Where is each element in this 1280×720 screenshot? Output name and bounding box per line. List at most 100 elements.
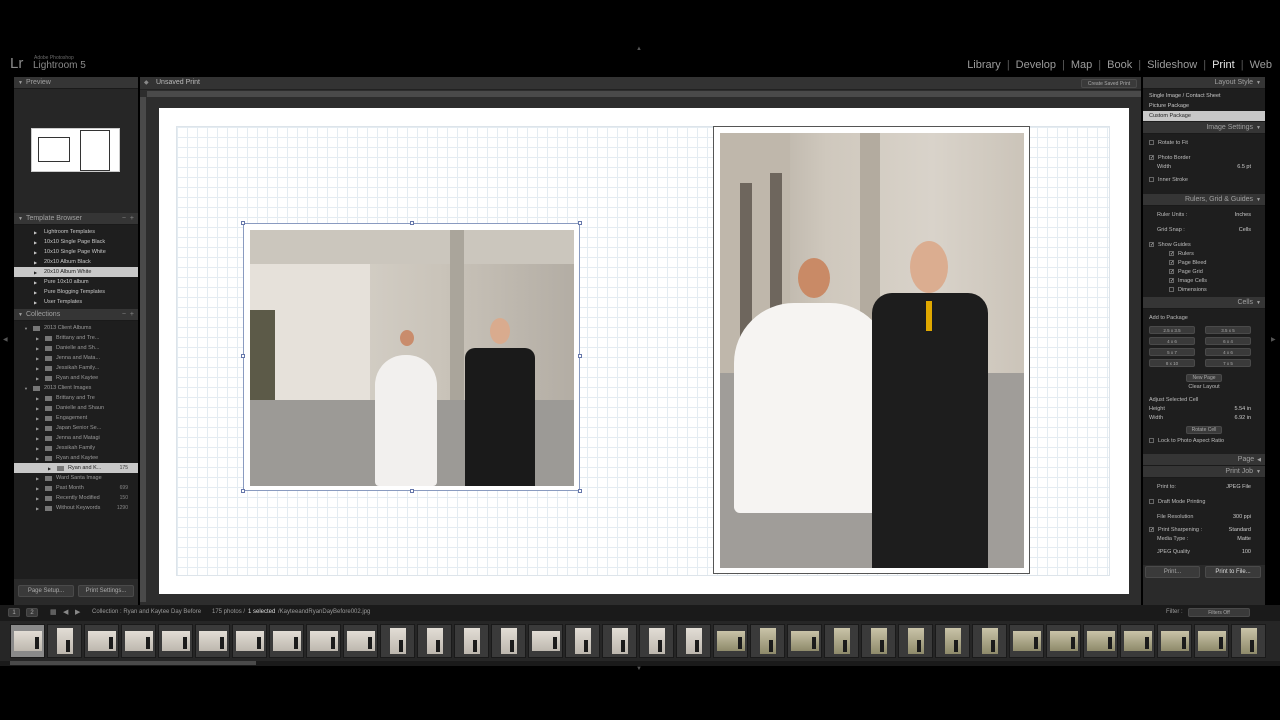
cell-size-button[interactable]: 4 x 6 [1205, 348, 1251, 356]
guide-option[interactable]: ✓ Image Cells [1149, 276, 1259, 285]
module-print[interactable]: Print [1210, 59, 1237, 71]
lock-aspect-row[interactable]: Lock to Photo Aspect Ratio [1149, 436, 1259, 445]
disclosure-triangle-icon[interactable]: ▶ [34, 230, 37, 235]
filmstrip-thumbnail[interactable] [306, 624, 341, 658]
filmstrip-thumbnail[interactable] [417, 624, 452, 658]
selected-filename[interactable]: /KayteeandRyanDayBefore002.jpg [278, 609, 370, 615]
print-sharpening-value[interactable]: Standard [1229, 527, 1251, 533]
guide-checkbox[interactable]: ✓ [1169, 260, 1174, 266]
disclosure-triangle-icon[interactable]: ▶ [34, 270, 37, 275]
page-header[interactable]: Page ◀ [1143, 454, 1265, 466]
filmstrip-thumbnail[interactable] [602, 624, 637, 658]
show-guides-row[interactable]: ✓ Show Guides [1149, 240, 1259, 249]
cell-size-button[interactable]: 4 x 6 [1149, 337, 1195, 345]
filmstrip-thumbnail[interactable] [824, 624, 859, 658]
print-job-header[interactable]: Print Job ▼ [1143, 466, 1265, 478]
filmstrip-thumbnail[interactable] [1083, 624, 1118, 658]
template-item[interactable]: ▶ Pure Blogging Templates [14, 287, 138, 297]
template-item[interactable]: ▶ Lightroom Templates [14, 227, 138, 237]
collection-item[interactable]: ▶ Brittany and Tre... [14, 333, 138, 343]
template-item[interactable]: ▶ User Templates [14, 297, 138, 307]
collection-item[interactable]: ▶ Recently Modified 150 [14, 493, 138, 503]
disclosure-triangle-icon[interactable]: ▶ [34, 260, 37, 265]
disclosure-triangle-icon[interactable]: ▶ [34, 240, 37, 245]
draft-mode-checkbox[interactable] [1149, 499, 1154, 504]
disclosure-triangle-icon[interactable]: ▶ [36, 416, 39, 421]
right-collapse-arrow-icon[interactable]: ▶ [1271, 336, 1276, 343]
left-collapse-arrow-icon[interactable]: ◀ [3, 336, 8, 343]
jpeg-quality-row[interactable]: JPEG Quality 100 [1149, 547, 1259, 556]
print-to-value[interactable]: JPEG File [1226, 484, 1251, 490]
resize-handle[interactable] [410, 221, 414, 225]
template-item[interactable]: ▶ 20x10 Album White [14, 267, 138, 277]
layout-style-option[interactable]: Custom Package [1143, 111, 1265, 121]
disclosure-triangle-icon[interactable]: ▶ [48, 466, 51, 471]
border-width-row[interactable]: Width 6.5 pt [1149, 162, 1259, 171]
collection-item[interactable]: ▼ 2013 Client Albums [14, 323, 138, 333]
collection-path[interactable]: Collection : Ryan and Kaytee Day Before [92, 609, 201, 615]
print-sharpening-checkbox[interactable]: ✓ [1149, 527, 1154, 533]
page-2-button[interactable]: 2 [26, 608, 38, 617]
page-setup-button[interactable]: Page Setup... [18, 585, 74, 597]
template-item[interactable]: ▶ 20x10 Album Black [14, 257, 138, 267]
disclosure-triangle-icon[interactable]: ▶ [36, 486, 39, 491]
cell-size-button[interactable]: 2.5 x 3.5 [1149, 326, 1195, 334]
guide-option[interactable]: ✓ Rulers [1149, 249, 1259, 258]
template-item[interactable]: ▶ 10x10 Single Page Black [14, 237, 138, 247]
disclosure-triangle-icon[interactable]: ▶ [34, 290, 37, 295]
filmstrip-thumbnail[interactable] [343, 624, 378, 658]
filmstrip-thumbnail[interactable] [10, 624, 45, 658]
disclosure-triangle-icon[interactable]: ▶ [36, 346, 39, 351]
filmstrip-thumbnail[interactable] [1194, 624, 1229, 658]
filmstrip-thumbnail[interactable] [84, 624, 119, 658]
collection-item[interactable]: ▶ Ryan and Kaytee [14, 373, 138, 383]
filmstrip-thumbnail[interactable] [158, 624, 193, 658]
filmstrip-thumbnail[interactable] [898, 624, 933, 658]
filter-dropdown[interactable]: Filters Off [1188, 608, 1250, 617]
filmstrip-thumbnail[interactable] [1120, 624, 1155, 658]
layout-style-option[interactable]: Picture Package [1143, 101, 1265, 111]
filmstrip-scrollbar-thumb[interactable] [10, 661, 256, 665]
file-resolution-row[interactable]: File Resolution 300 ppi [1149, 512, 1259, 521]
print-to-row[interactable]: Print to: JPEG File [1149, 482, 1259, 491]
filmstrip-thumbnail[interactable] [380, 624, 415, 658]
disclosure-triangle-icon[interactable]: ▶ [36, 476, 39, 481]
disclosure-triangle-icon[interactable]: ▶ [36, 376, 39, 381]
module-library[interactable]: Library [965, 59, 1003, 71]
resize-handle[interactable] [578, 489, 582, 493]
inner-stroke-row[interactable]: Inner Stroke [1149, 175, 1259, 184]
lock-aspect-checkbox[interactable] [1149, 438, 1154, 443]
collection-item[interactable]: ▶ Danielle and Sh... [14, 343, 138, 353]
disclosure-triangle-icon[interactable]: ▶ [36, 356, 39, 361]
filmstrip-thumbnail[interactable] [750, 624, 785, 658]
module-develop[interactable]: Develop [1014, 59, 1058, 71]
print-settings-button[interactable]: Print Settings... [78, 585, 134, 597]
filmstrip-thumbnail[interactable] [713, 624, 748, 658]
cell-size-button[interactable]: 3.5 x 5 [1205, 326, 1251, 334]
disclosure-triangle-icon[interactable]: ▶ [36, 396, 39, 401]
disclosure-triangle-icon[interactable]: ▶ [36, 426, 39, 431]
disclosure-triangle-icon[interactable]: ▶ [36, 436, 39, 441]
print-sharpening-row[interactable]: ✓ Print Sharpening : Standard [1149, 525, 1259, 534]
guide-checkbox[interactable]: ✓ [1169, 251, 1174, 257]
module-slideshow[interactable]: Slideshow [1145, 59, 1199, 71]
cell-size-button[interactable]: 7 x 5 [1205, 359, 1251, 367]
guide-option[interactable]: ✓ Page Grid [1149, 267, 1259, 276]
collections-header[interactable]: ▼ Collections − + [14, 309, 138, 321]
collections-controls[interactable]: − + [122, 311, 134, 318]
cell-size-button[interactable]: 8 x 10 [1149, 359, 1195, 367]
guide-option[interactable]: ✓ Page Bleed [1149, 258, 1259, 267]
template-browser-controls[interactable]: − + [122, 215, 134, 222]
resize-handle[interactable] [578, 354, 582, 358]
collection-item[interactable]: ▶ Ward Santa Image [14, 473, 138, 483]
rotate-cell-button[interactable]: Rotate Cell [1186, 426, 1222, 434]
module-book[interactable]: Book [1105, 59, 1134, 71]
image-cell-portrait[interactable] [713, 126, 1030, 574]
draft-mode-row[interactable]: Draft Mode Printing [1149, 497, 1259, 506]
ruler-units-row[interactable]: Ruler Units : Inches [1149, 210, 1259, 219]
filmstrip-thumbnail[interactable] [528, 624, 563, 658]
create-saved-print-button[interactable]: Create Saved Print [1081, 79, 1137, 88]
collection-item[interactable]: ▶ Brittany and Tre [14, 393, 138, 403]
rotate-to-fit-checkbox[interactable] [1149, 140, 1154, 145]
disclosure-triangle-icon[interactable]: ▼ [24, 326, 28, 331]
